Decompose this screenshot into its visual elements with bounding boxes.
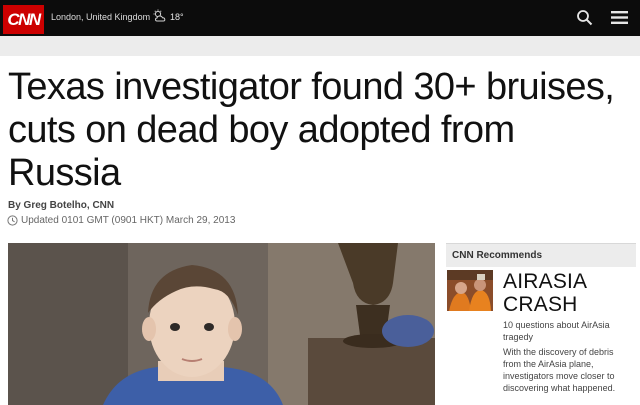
article-photo-illustration bbox=[8, 243, 435, 405]
temperature-text: 18° bbox=[170, 12, 184, 22]
promo-thumbnail-illustration bbox=[447, 270, 493, 311]
article-headline: Texas investigator found 30+ bruises, cu… bbox=[8, 66, 615, 194]
partly-cloudy-icon bbox=[153, 9, 166, 22]
location-text[interactable]: London, United Kingdom bbox=[51, 12, 150, 22]
clock-icon bbox=[7, 215, 18, 226]
cnn-logo[interactable]: CNN bbox=[3, 5, 44, 34]
promo-subtitle[interactable]: 10 questions about AirAsia tragedy bbox=[503, 319, 633, 343]
cnn-recommends-header: CNN Recommends bbox=[446, 243, 636, 267]
promo-description: With the discovery of debris from the Ai… bbox=[503, 347, 616, 393]
promo-thumbnail[interactable] bbox=[447, 270, 493, 311]
updated-timestamp: Updated 0101 GMT (0901 HKT) March 29, 20… bbox=[21, 215, 236, 226]
promo-title[interactable]: AIRASIA CRASH bbox=[503, 270, 633, 316]
article-byline[interactable]: By Greg Botelho, CNN bbox=[8, 200, 114, 211]
secondary-bar bbox=[0, 36, 640, 56]
article-photo[interactable] bbox=[8, 243, 435, 405]
menu-icon[interactable] bbox=[611, 10, 628, 25]
search-icon[interactable] bbox=[576, 9, 593, 26]
top-navigation-bar: CNN London, United Kingdom 18° bbox=[0, 0, 640, 36]
cnn-recommends-title: CNN Recommends bbox=[452, 250, 543, 261]
